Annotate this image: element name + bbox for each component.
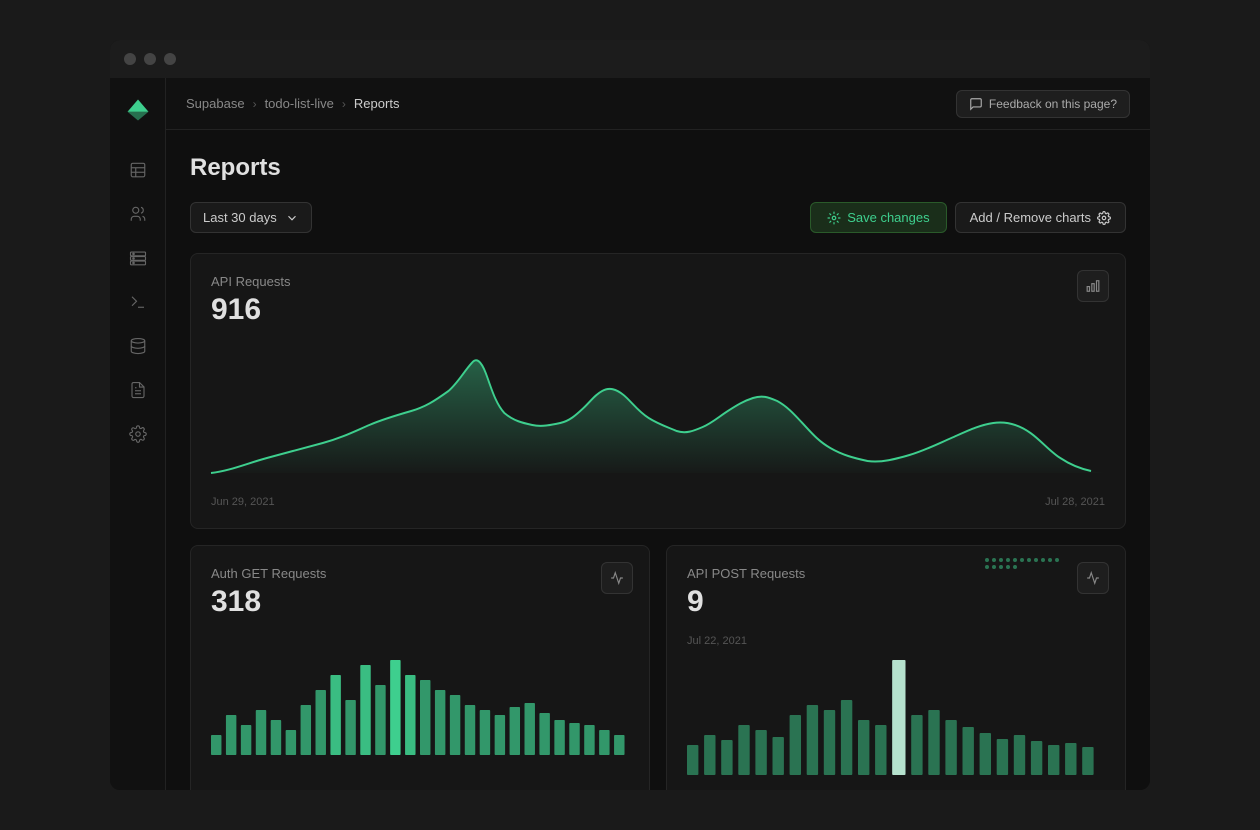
sidebar-icon-storage[interactable] [120, 240, 156, 276]
gear-icon [1097, 211, 1111, 225]
breadcrumb-reports: Reports [354, 96, 400, 111]
api-requests-chart-svg [211, 343, 1105, 483]
api-post-value: 9 [687, 585, 1105, 619]
save-changes-button[interactable]: Save changes [810, 202, 946, 233]
date-start: Jun 29, 2021 [211, 496, 275, 508]
sidebar-icon-terminal[interactable] [120, 284, 156, 320]
sidebar-icon-database[interactable] [120, 328, 156, 364]
save-icon [827, 211, 841, 225]
logo[interactable] [122, 94, 154, 126]
auth-get-chart-svg [211, 635, 629, 755]
titlebar [110, 40, 1150, 78]
sidebar-icon-docs[interactable] [120, 372, 156, 408]
main-window: Supabase › todo-list-live › Reports Feed… [110, 40, 1150, 790]
date-filter-button[interactable]: Last 30 days [190, 202, 312, 233]
api-requests-chart: API Requests 916 [190, 253, 1126, 529]
breadcrumb-sep-1: › [253, 97, 257, 111]
chevron-down-icon [285, 211, 299, 225]
sidebar [110, 78, 166, 790]
feedback-button[interactable]: Feedback on this page? [956, 90, 1130, 118]
close-button[interactable] [124, 53, 136, 65]
breadcrumb-sep-2: › [342, 97, 346, 111]
remove-charts-button[interactable]: Add / Remove charts [955, 202, 1126, 233]
auth-get-label: Auth GET Requests [211, 566, 629, 581]
page-title: Reports [190, 154, 1126, 182]
auth-get-chart: Auth GET Requests 318 [190, 545, 650, 790]
api-requests-value: 916 [211, 293, 1105, 327]
sidebar-icon-table[interactable] [120, 152, 156, 188]
breadcrumb-project[interactable]: todo-list-live [265, 96, 334, 111]
dotted-overlay [985, 558, 1065, 569]
bar-chart-icon [1086, 279, 1100, 293]
minimize-button[interactable] [144, 53, 156, 65]
topnav: Supabase › todo-list-live › Reports Feed… [166, 78, 1150, 130]
content-area: Supabase › todo-list-live › Reports Feed… [166, 78, 1150, 790]
api-post-date: Jul 22, 2021 [687, 635, 1105, 647]
maximize-button[interactable] [164, 53, 176, 65]
trending-icon [1086, 571, 1100, 585]
api-post-chart: API POST Requests 9 Jul 22, 2021 [666, 545, 1126, 790]
sidebar-icon-users[interactable] [120, 196, 156, 232]
auth-get-icon-button[interactable] [601, 562, 633, 594]
api-post-chart-svg [687, 655, 1105, 775]
api-post-icon-button[interactable] [1077, 562, 1109, 594]
chat-icon [969, 97, 983, 111]
layout: Supabase › todo-list-live › Reports Feed… [110, 78, 1150, 790]
breadcrumb-supabase[interactable]: Supabase [186, 96, 245, 111]
api-requests-label: API Requests [211, 274, 1105, 289]
auth-get-value: 318 [211, 585, 629, 619]
toolbar-actions: Save changes Add / Remove charts [810, 202, 1126, 233]
sidebar-icon-settings[interactable] [120, 416, 156, 452]
api-requests-expand-button[interactable] [1077, 270, 1109, 302]
api-requests-dates: Jun 29, 2021 Jul 28, 2021 [211, 496, 1105, 508]
toolbar: Last 30 days Save changes [190, 202, 1126, 233]
date-end: Jul 28, 2021 [1045, 496, 1105, 508]
main-content: Reports Last 30 days [166, 130, 1150, 790]
charts-row: Auth GET Requests 318 [190, 545, 1126, 790]
breadcrumb: Supabase › todo-list-live › Reports [186, 96, 399, 111]
activity-icon [610, 571, 624, 585]
